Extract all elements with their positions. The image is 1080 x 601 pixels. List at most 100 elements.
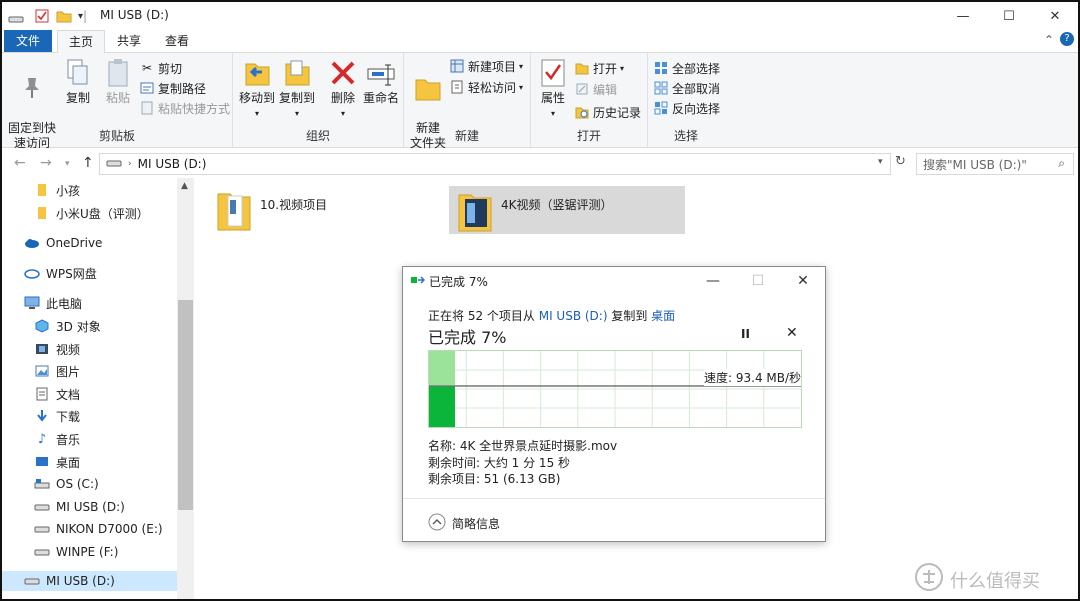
fewer-details-button[interactable]: 简略信息	[428, 513, 500, 534]
navigation-pane: 小孩 小米U盘（评测） OneDrive WPS网盘 此电脑 3D 对象 视频	[2, 178, 194, 599]
nav-item-desktop[interactable]: 桌面	[34, 452, 80, 472]
cut-button[interactable]: ✂ 剪切	[140, 59, 182, 77]
folder-item[interactable]: 10.视频项目	[216, 188, 416, 238]
nav-item-mi-usb-root[interactable]: MI USB (D:)	[2, 571, 177, 591]
nav-item-3d-objects[interactable]: 3D 对象	[34, 316, 101, 336]
nav-item-onedrive[interactable]: OneDrive	[24, 233, 102, 253]
nav-item-mi-usb-review[interactable]: 小米U盘（评测）	[34, 203, 149, 223]
select-none-icon	[654, 81, 668, 95]
properties-button[interactable]: 属性 ▾	[535, 57, 571, 121]
explorer-window: ▾ | MI USB (D:) — ☐ ✕ 文件 主页 共享 查看 ⌃ ? 固定…	[0, 0, 1080, 601]
film-icon	[34, 342, 50, 356]
nav-item-label: OS (C:)	[56, 477, 99, 491]
properties-quick-icon[interactable]	[34, 8, 50, 24]
copy-to-label: 复制到	[278, 91, 315, 105]
file-name: 名称: 4K 全世界景点延时摄影.mov	[428, 439, 618, 453]
select-all-button[interactable]: 全部选择	[654, 59, 720, 77]
items-remaining: 剩余项目: 51 (6.13 GB)	[428, 472, 561, 486]
tab-share[interactable]: 共享	[106, 30, 152, 52]
easy-access-button[interactable]: 轻松访问 ▾	[450, 78, 523, 96]
nav-item-label: WPS网盘	[46, 266, 97, 281]
new-folder-quick-icon[interactable]	[56, 8, 72, 24]
nav-item-label: 图片	[56, 364, 81, 379]
open-button[interactable]: 打开 ▾	[575, 59, 624, 77]
copy-button[interactable]: 复制	[60, 57, 96, 106]
scroll-up-icon[interactable]: ▲	[181, 181, 188, 191]
nav-item-label: NIKON D7000 (E:)	[56, 522, 163, 536]
nav-scrollbar-thumb[interactable]	[178, 300, 193, 510]
folder-name: 4K视频（竖锯评测）	[501, 198, 613, 212]
edit-button[interactable]: 编辑	[575, 80, 617, 98]
source-link[interactable]: MI USB (D:)	[539, 309, 608, 323]
open-folder-icon	[575, 61, 589, 75]
back-arrow-icon[interactable]: ←	[14, 155, 26, 171]
close-button[interactable]: ✕	[1032, 2, 1078, 30]
pause-button[interactable]: II	[741, 327, 750, 341]
paste-label: 粘贴	[105, 91, 130, 105]
tab-file[interactable]: 文件	[4, 30, 52, 52]
nav-item-label: 3D 对象	[56, 319, 101, 334]
new-item-button[interactable]: 新建项目 ▾	[450, 57, 523, 75]
select-none-button[interactable]: 全部取消	[654, 79, 720, 97]
easy-access-label: 轻松访问	[468, 80, 517, 95]
paste-icon	[102, 57, 134, 89]
nav-item-label: 文档	[56, 387, 81, 402]
nav-item-this-pc[interactable]: 此电脑	[24, 293, 82, 313]
rename-button[interactable]: 重命名	[361, 57, 401, 106]
download-arrow-icon	[34, 409, 50, 423]
copy-to-button[interactable]: 复制到 ▾	[277, 57, 317, 121]
edit-label: 编辑	[593, 82, 618, 97]
nav-item-wps-drive[interactable]: WPS网盘	[24, 263, 97, 283]
collapse-ribbon-icon[interactable]: ⌃	[1044, 33, 1054, 47]
refresh-icon[interactable]: ↻	[895, 154, 906, 169]
search-box[interactable]: 搜索"MI USB (D:)" ⌕	[916, 153, 1074, 175]
invert-selection-button[interactable]: 反向选择	[654, 99, 720, 117]
organize-group: 移动到 ▾ 复制到 ▾ 删除 ▾ 重命名 组织	[233, 53, 404, 147]
paste-shortcut-button[interactable]: 粘贴快捷方式	[140, 99, 230, 117]
title-bar: ▾ | MI USB (D:) — ☐ ✕	[2, 2, 1078, 30]
window-title: MI USB (D:)	[100, 8, 169, 22]
tab-home[interactable]: 主页	[57, 30, 105, 53]
copy-progress-dialog: 已完成 7% — ☐ ✕ 正在将 52 个项目从 MI USB (D:) 复制到…	[402, 266, 826, 542]
nav-item-pictures[interactable]: 图片	[34, 361, 80, 381]
usb-drive-icon	[34, 522, 50, 536]
nav-item-kids[interactable]: 小孩	[34, 180, 80, 200]
paste-button[interactable]: 粘贴	[100, 57, 136, 106]
recent-locations-icon[interactable]: ▾	[65, 159, 70, 169]
nav-item-mi-usb-d[interactable]: MI USB (D:)	[34, 497, 125, 517]
minimize-button[interactable]: —	[940, 2, 986, 30]
rename-label: 重命名	[362, 91, 399, 105]
copy-path-button[interactable]: 复制路径	[140, 79, 206, 97]
history-button[interactable]: 历史记录	[575, 103, 641, 121]
dialog-minimize-button[interactable]: —	[691, 269, 735, 293]
dialog-close-button[interactable]: ✕	[781, 269, 825, 293]
maximize-button[interactable]: ☐	[986, 2, 1032, 30]
nav-item-videos[interactable]: 视频	[34, 339, 80, 359]
move-to-button[interactable]: 移动到 ▾	[237, 57, 277, 121]
copy-dialog-icon	[411, 275, 426, 289]
address-dropdown-icon[interactable]: ▾	[878, 157, 883, 167]
nav-item-winpe-f[interactable]: WINPE (F:)	[34, 542, 118, 562]
nav-item-downloads[interactable]: 下载	[34, 406, 80, 426]
music-note-icon: ♪	[37, 431, 47, 447]
watermark-logo-icon	[914, 562, 944, 597]
tab-view[interactable]: 查看	[154, 30, 200, 52]
usb-drive-icon	[34, 545, 50, 559]
help-icon[interactable]: ?	[1060, 32, 1074, 46]
nav-item-nikon-e[interactable]: NIKON D7000 (E:)	[34, 519, 163, 539]
destination-link[interactable]: 桌面	[651, 309, 675, 323]
folder-item-selected[interactable]: 4K视频（竖锯评测）	[449, 186, 685, 234]
nav-item-music[interactable]: ♪ 音乐	[34, 429, 80, 449]
address-bar[interactable]: › MI USB (D:)	[99, 153, 891, 175]
delete-button[interactable]: 删除 ▾	[325, 57, 361, 121]
nav-item-label: 视频	[56, 342, 81, 357]
nav-item-documents[interactable]: 文档	[34, 384, 80, 404]
nav-item-os-c[interactable]: OS (C:)	[34, 474, 99, 494]
nav-item-label: 小孩	[56, 183, 81, 198]
up-arrow-icon[interactable]: ↑	[82, 155, 94, 171]
cancel-copy-button[interactable]: ✕	[786, 325, 798, 341]
windows-drive-icon	[34, 477, 50, 491]
forward-arrow-icon[interactable]: →	[40, 155, 52, 171]
nav-item-label: 此电脑	[46, 296, 83, 311]
progress-graph-svg	[429, 351, 801, 427]
